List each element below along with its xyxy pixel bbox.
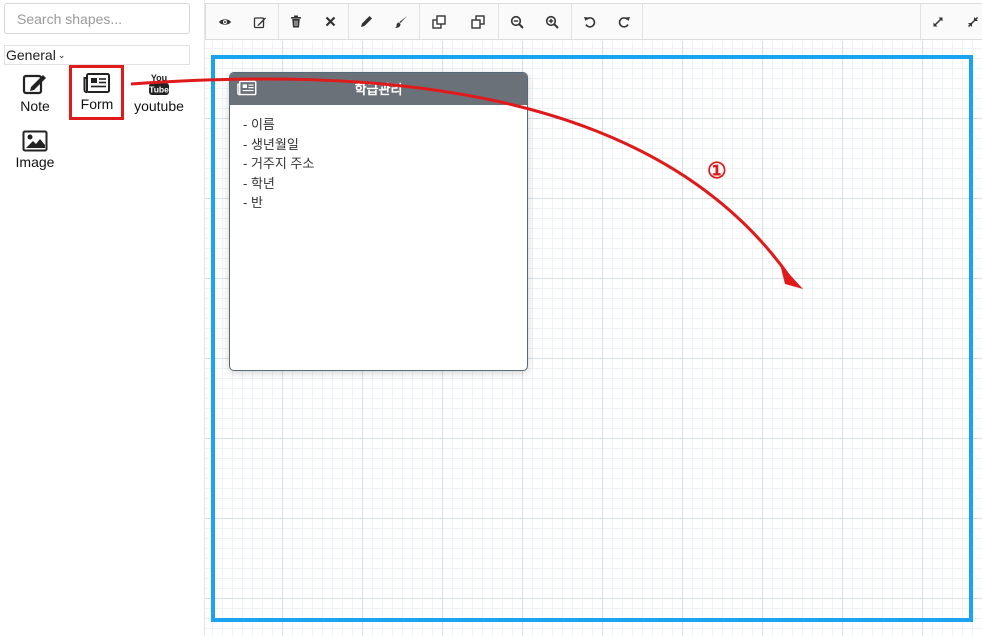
- pencil-button[interactable]: [349, 4, 383, 39]
- preview-button[interactable]: [208, 4, 242, 39]
- edit-button[interactable]: [243, 4, 277, 39]
- eye-icon: [219, 18, 231, 25]
- zoom-out-icon: [510, 15, 524, 29]
- form-highlight-box: [69, 65, 124, 120]
- undo-button[interactable]: [572, 4, 606, 39]
- edit-icon: [253, 16, 266, 28]
- form-card[interactable]: 학급관리 - 이름 - 생년월일 - 거주지 주소 - 학년 - 반: [229, 72, 528, 371]
- shape-youtube[interactable]: You Tube youtube: [129, 72, 189, 114]
- bring-front-button[interactable]: [422, 4, 456, 39]
- toolbar-separator: [419, 4, 420, 39]
- redo-button[interactable]: [607, 4, 641, 39]
- form-field-item: - 반: [243, 195, 263, 210]
- youtube-icon: You Tube: [149, 73, 169, 95]
- fullscreen-button[interactable]: [921, 4, 955, 39]
- clear-button[interactable]: [313, 4, 347, 39]
- pencil-icon: [360, 16, 372, 27]
- shape-image[interactable]: Image: [5, 130, 65, 170]
- send-back-icon: [471, 14, 485, 29]
- close-icon: [325, 16, 335, 27]
- form-card-header[interactable]: 학급관리: [230, 73, 527, 105]
- undo-icon: [583, 17, 595, 28]
- brush-icon: [395, 15, 407, 28]
- svg-text:Tube: Tube: [149, 85, 169, 95]
- toolbar-separator: [642, 4, 643, 39]
- search-input[interactable]: [4, 3, 190, 34]
- form-card-title: 학급관리: [354, 82, 403, 97]
- send-back-button[interactable]: [461, 4, 495, 39]
- trash-icon: [291, 15, 301, 28]
- delete-button[interactable]: [279, 4, 313, 39]
- shape-group-dropdown[interactable]: General ⌄: [4, 45, 190, 65]
- collapse-icon: [967, 16, 979, 27]
- group-label: General: [6, 47, 56, 63]
- toolbar: [205, 3, 982, 40]
- exit-fullscreen-button[interactable]: [956, 4, 982, 39]
- expand-icon: [933, 16, 943, 27]
- svg-text:You: You: [151, 73, 167, 83]
- chevron-down-icon: ⌄: [57, 50, 66, 60]
- zoom-out-button[interactable]: [500, 4, 534, 39]
- redo-icon: [618, 17, 630, 28]
- shape-label: youtube: [134, 98, 184, 114]
- edit-icon: [22, 74, 46, 95]
- shape-label: Note: [20, 98, 50, 114]
- zoom-in-icon: [545, 15, 559, 29]
- form-field-item: - 학년: [243, 175, 275, 191]
- toolbar-separator: [498, 4, 499, 39]
- image-icon: [22, 130, 48, 152]
- bring-front-icon: [432, 14, 446, 29]
- brush-button[interactable]: [384, 4, 418, 39]
- form-field-item: - 거주지 주소: [243, 156, 315, 171]
- shape-note[interactable]: Note: [5, 72, 65, 114]
- zoom-in-button[interactable]: [535, 4, 569, 39]
- form-card-fields: - 이름 - 생년월일 - 거주지 주소 - 학년 - 반: [230, 105, 527, 213]
- form-field-item: - 생년월일: [243, 136, 299, 152]
- shape-label: Image: [15, 154, 55, 170]
- form-field-item: - 이름: [243, 117, 275, 132]
- step-number: ①: [707, 158, 727, 183]
- shape-sidebar: General⌄ Note Form You Tube youtube: [0, 0, 200, 636]
